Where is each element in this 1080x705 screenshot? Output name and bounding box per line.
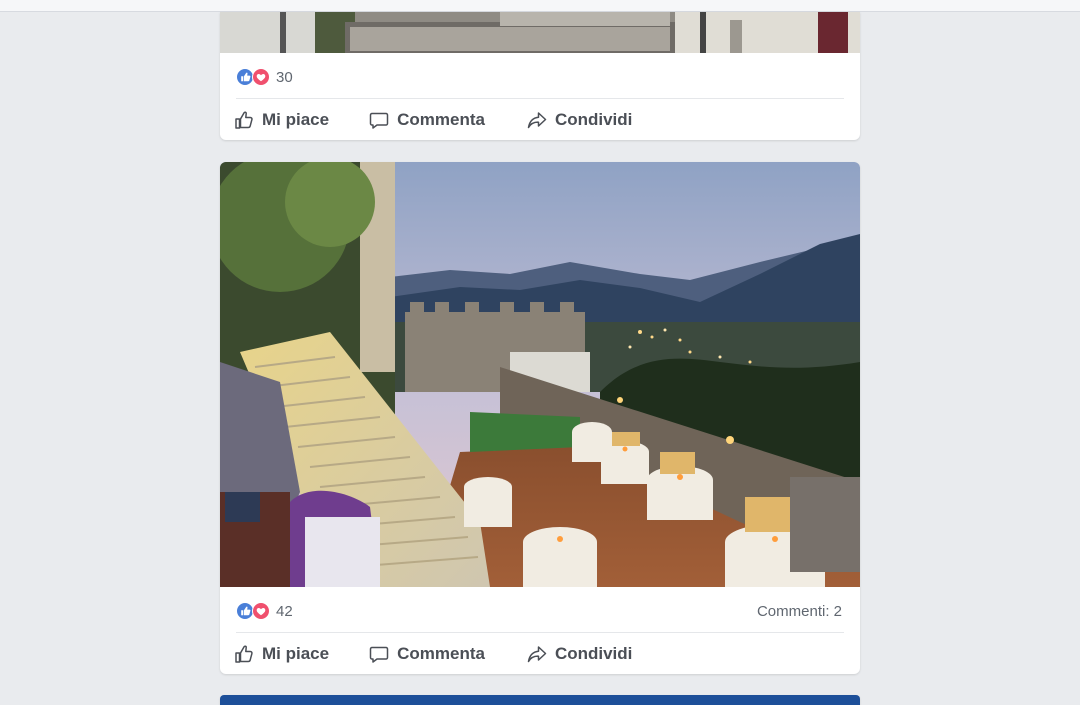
reaction-icons (236, 68, 270, 86)
like-button[interactable]: Mi piace (234, 644, 329, 664)
thumbs-up-icon (236, 68, 254, 86)
like-label: Mi piace (262, 644, 330, 663)
speech-bubble-icon (369, 644, 389, 664)
post-stats: 42 Commenti: 2 (236, 601, 842, 621)
heart-icon (252, 602, 270, 620)
like-button[interactable]: Mi piace (234, 110, 329, 130)
share-arrow-icon (527, 644, 547, 664)
heart-icon (252, 68, 270, 86)
reactions-summary[interactable]: 42 (236, 602, 293, 620)
share-arrow-icon (527, 110, 547, 130)
feed-post-partial[interactable] (220, 695, 860, 705)
terrace-restaurant-image (220, 162, 860, 587)
reactions-summary[interactable]: 30 (236, 68, 293, 86)
comments-count[interactable]: Commenti: 2 (757, 603, 842, 620)
post-photo[interactable] (220, 12, 860, 53)
post-actions: Mi piace Commenta Condividi (234, 105, 672, 135)
speech-bubble-icon (369, 110, 389, 130)
share-label: Condividi (554, 644, 633, 663)
comment-label: Commenta (397, 110, 485, 129)
comment-button[interactable]: Commenta (369, 644, 485, 664)
comment-label: Commenta (397, 644, 485, 663)
reaction-icons (236, 602, 270, 620)
reactions-count: 42 (276, 602, 293, 620)
browser-top-strip (0, 0, 1080, 12)
divider (236, 98, 844, 99)
post-actions: Mi piace Commenta Condividi (234, 639, 672, 669)
share-label: Condividi (554, 110, 633, 129)
villa-courtyard-image (220, 12, 860, 53)
divider (236, 632, 844, 633)
comment-button[interactable]: Commenta (369, 110, 485, 130)
feed-post: 30 Mi piace Commenta Condividi (220, 12, 860, 140)
reactions-count: 30 (276, 68, 293, 86)
thumb-outline-icon (234, 644, 254, 664)
like-label: Mi piace (262, 110, 330, 129)
post-stats: 30 (236, 67, 842, 87)
post-photo[interactable] (220, 162, 860, 587)
thumb-outline-icon (234, 110, 254, 130)
share-button[interactable]: Condividi (527, 110, 632, 130)
share-button[interactable]: Condividi (527, 644, 632, 664)
thumbs-up-icon (236, 602, 254, 620)
feed-post: 42 Commenti: 2 Mi piace Commenta Condivi… (220, 162, 860, 674)
